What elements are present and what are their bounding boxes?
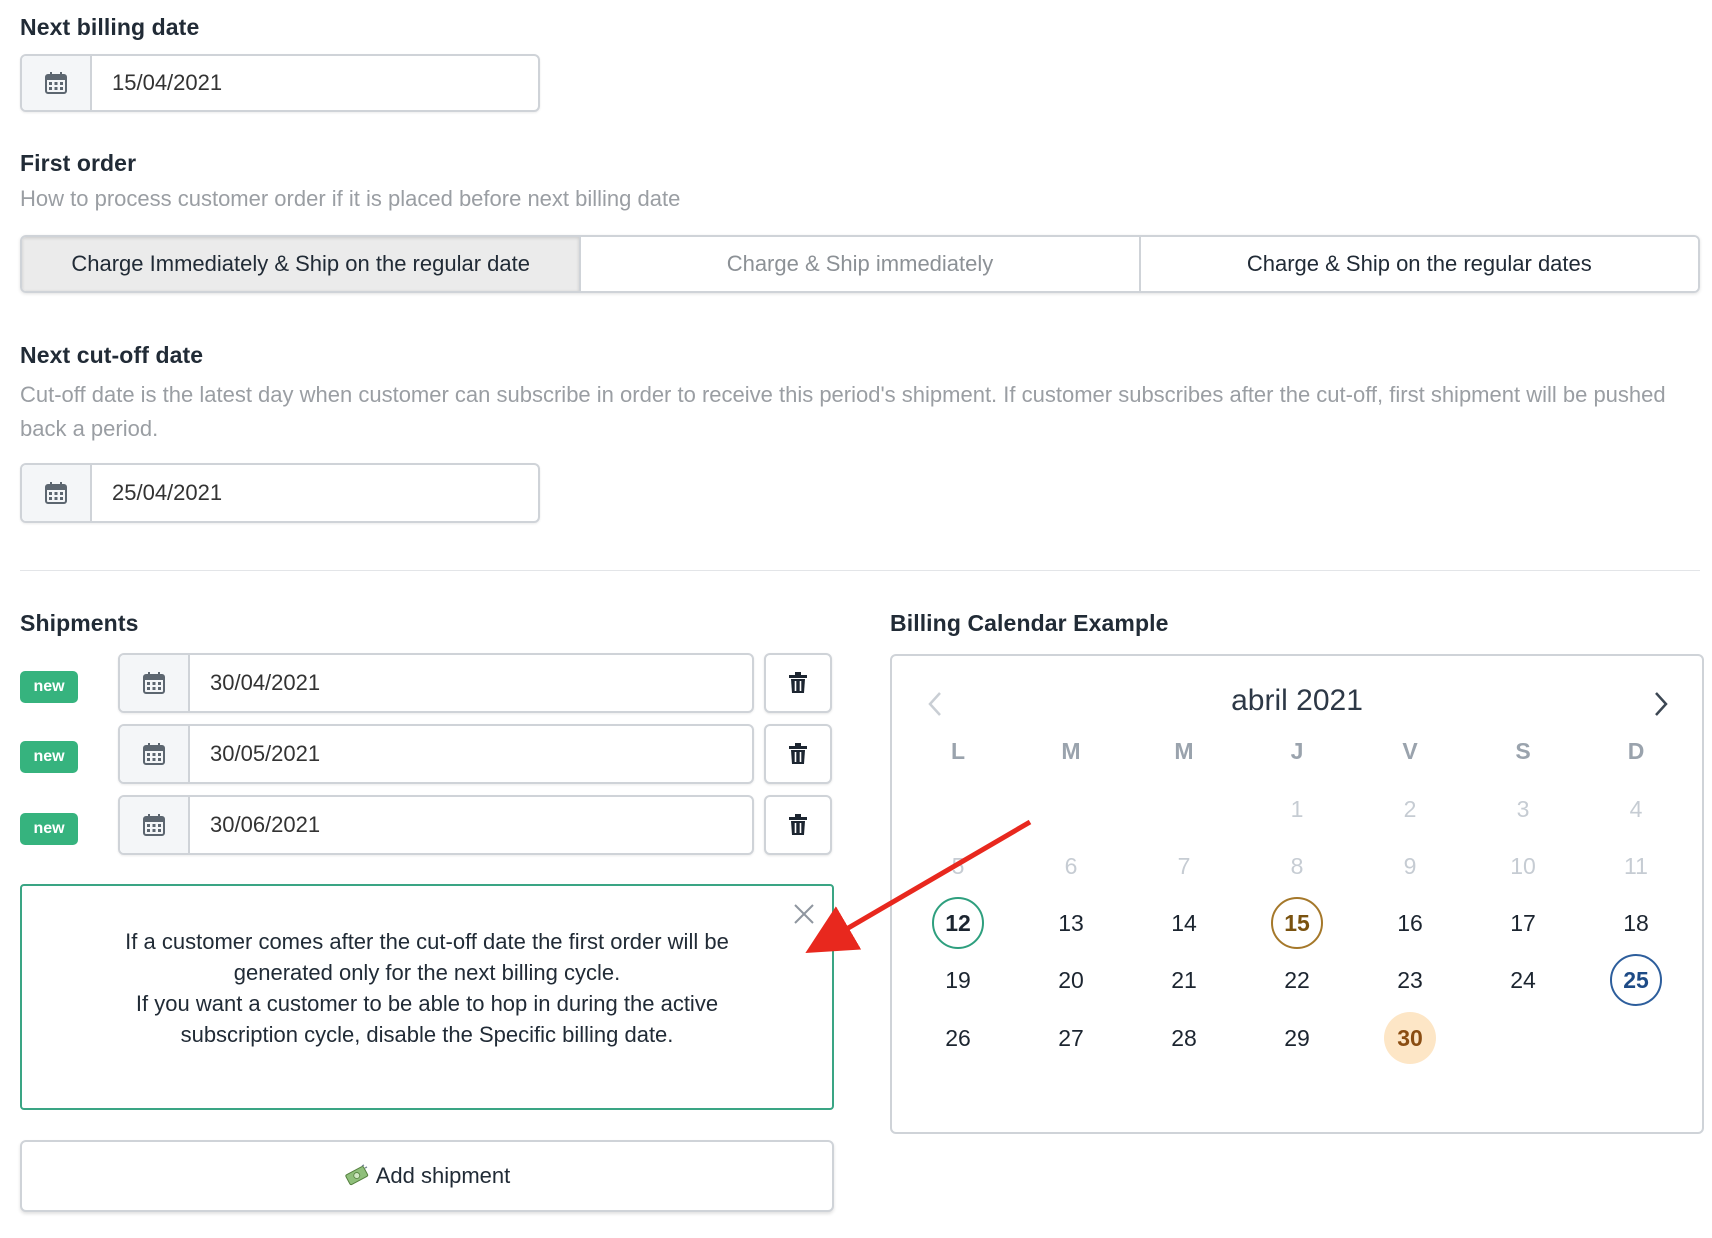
calendar-day[interactable]: 22 [1271,954,1323,1006]
calendar-day[interactable]: 15 [1271,897,1323,949]
calendar-day[interactable]: 10 [1497,840,1549,892]
notice-line: generated only for the next billing cycl… [233,960,621,985]
option-charge-ship-immediately[interactable]: Charge & Ship immediately [581,237,1141,291]
calendar-day[interactable]: 27 [1045,1012,1097,1064]
calendar-day[interactable]: 21 [1158,954,1210,1006]
calendar-day[interactable]: 7 [1158,840,1210,892]
calendar-day[interactable]: 9 [1384,840,1436,892]
calendar-icon[interactable] [120,726,190,782]
weekday-header: S [1515,738,1531,764]
calendar-icon[interactable] [22,56,92,110]
calendar-day[interactable]: 14 [1158,897,1210,949]
calendar-day[interactable]: 13 [1045,897,1097,949]
weekday-header: M [1061,738,1081,764]
weekday-header: J [1290,738,1304,764]
calendar-day[interactable]: 30 [1384,1012,1436,1064]
calendar-day[interactable]: 28 [1158,1012,1210,1064]
new-badge: new [20,671,78,703]
delete-shipment-button[interactable] [764,724,832,784]
trash-icon [789,743,807,764]
calendar-day[interactable]: 18 [1610,897,1662,949]
calendar-icon[interactable] [120,797,190,853]
shipment-date-field[interactable]: 30/04/2021 [118,653,754,713]
calendar-day[interactable]: 23 [1384,954,1436,1006]
shipment-date-field[interactable]: 30/05/2021 [118,724,754,784]
cutoff-date-field[interactable]: 25/04/2021 [20,463,540,523]
first-order-help: How to process customer order if it is p… [20,186,681,211]
first-order-label: First order [20,150,137,176]
weekday-header: L [950,738,966,764]
calendar-day[interactable]: 20 [1045,954,1097,1006]
shipment-date-value[interactable]: 30/05/2021 [190,726,752,782]
calendar-day[interactable]: 17 [1497,897,1549,949]
add-shipment-label: Add shipment [375,1163,511,1188]
calendar-day[interactable]: 11 [1610,840,1662,892]
calendar-day[interactable]: 29 [1271,1012,1323,1064]
calendar-icon[interactable] [22,465,92,521]
calendar-day[interactable]: 8 [1271,840,1323,892]
cutoff-date-value[interactable]: 25/04/2021 [92,465,538,521]
shipment-date-value[interactable]: 30/06/2021 [190,797,752,853]
trash-icon [789,672,807,693]
delete-shipment-button[interactable] [764,653,832,713]
calendar-day[interactable]: 3 [1497,783,1549,835]
next-billing-label: Next billing date [20,14,200,40]
new-badge: new [20,741,78,773]
cutoff-help: Cut-off date is the latest day when cust… [20,382,1666,441]
money-icon [345,1164,368,1186]
calendar-day[interactable]: 26 [932,1012,984,1064]
notice-line: If a customer comes after the cut-off da… [125,929,729,954]
next-billing-date-value[interactable]: 15/04/2021 [92,56,538,110]
calendar-day[interactable]: 16 [1384,897,1436,949]
first-order-options: Charge Immediately & Ship on the regular… [20,235,1700,293]
calendar-day[interactable]: 2 [1384,783,1436,835]
section-divider [20,570,1700,571]
shipments-label: Shipments [20,610,139,636]
weekday-header: V [1402,738,1418,764]
calendar-day[interactable]: 25 [1610,954,1662,1006]
notice-line: subscription cycle, disable the Specific… [180,1022,674,1047]
shipment-date-value[interactable]: 30/04/2021 [190,655,752,711]
calendar-day[interactable]: 24 [1497,954,1549,1006]
cutoff-notice: If a customer comes after the cut-off da… [20,884,834,1110]
calendar-day[interactable]: 1 [1271,783,1323,835]
notice-text: If a customer comes after the cut-off da… [62,926,792,1050]
calendar-day[interactable]: 4 [1610,783,1662,835]
shipment-date-field[interactable]: 30/06/2021 [118,795,754,855]
new-badge: new [20,813,78,845]
annotation-arrow [805,819,1032,954]
calendar-day[interactable]: 6 [1045,840,1097,892]
next-billing-date-field[interactable]: 15/04/2021 [20,54,540,112]
billing-calendar-label: Billing Calendar Example [890,610,1169,636]
cutoff-label: Next cut-off date [20,342,204,368]
notice-line: If you want a customer to be able to hop… [135,991,719,1016]
subscription-settings-page: Next billing date 15/04/2021 First order… [0,0,1712,1238]
add-shipment-button[interactable]: Add shipment [20,1140,834,1212]
weekday-header: M [1174,738,1194,764]
option-charge-ship-regular-dates[interactable]: Charge & Ship on the regular dates [1140,237,1698,291]
weekday-header: D [1627,738,1645,764]
calendar-icon[interactable] [120,655,190,711]
option-charge-immediately-ship-regular[interactable]: Charge Immediately & Ship on the regular… [22,237,582,291]
